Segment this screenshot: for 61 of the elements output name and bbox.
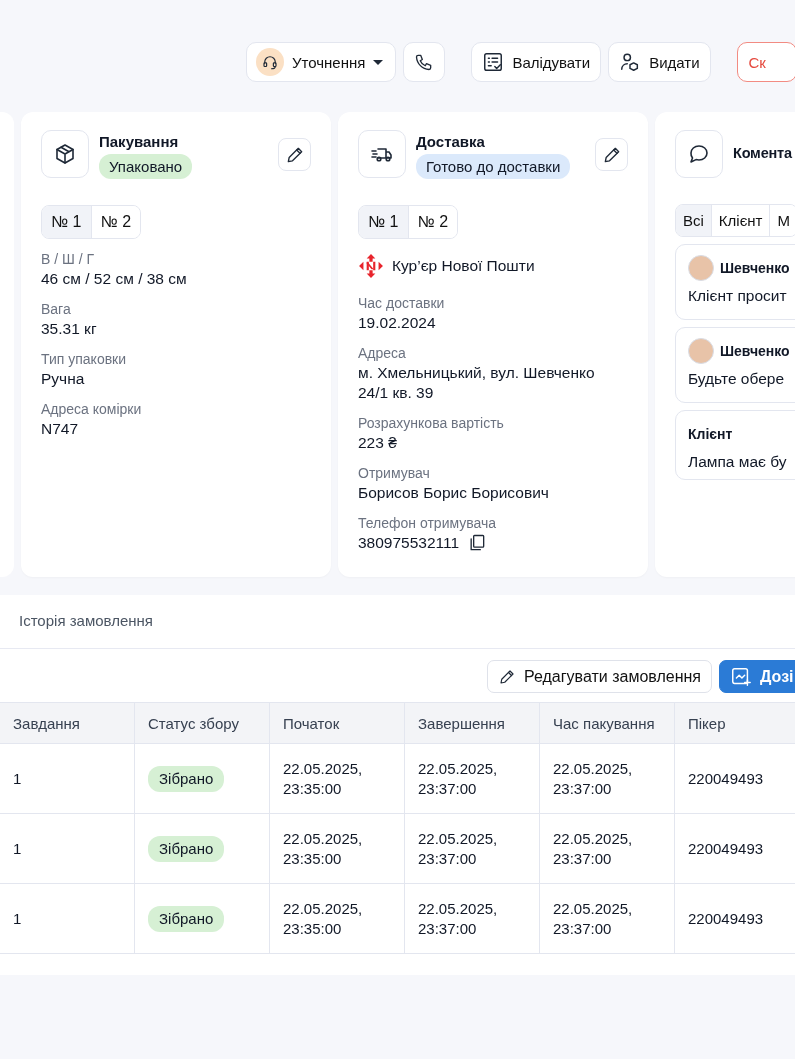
- field-label: Адреса комірки: [41, 400, 143, 419]
- table-cell-text: 22.05.2025, 23:37:00: [553, 898, 634, 939]
- field-label: Тип упаковки: [41, 350, 128, 369]
- tab[interactable]: Всі: [676, 205, 712, 236]
- comment-author: Шевченко: [720, 343, 790, 359]
- tab[interactable]: № 1: [42, 206, 92, 238]
- column-header: Пікер: [674, 702, 795, 744]
- tab[interactable]: № 1: [359, 206, 409, 238]
- status-badge: Готово до доставки: [416, 154, 571, 179]
- validate-button[interactable]: Валідувати: [471, 42, 602, 82]
- table-cell-text: 22.05.2025, 23:37:00: [553, 758, 634, 799]
- comment-text: Лампа має бу: [688, 453, 788, 471]
- table-cell-text: 22.05.2025, 23:35:00: [283, 828, 364, 869]
- field-label: Вага: [41, 300, 72, 319]
- edit-order-button[interactable]: Редагувати замовлення: [487, 660, 712, 693]
- comment-author: Шевченко: [720, 260, 790, 276]
- field-label: В / Ш / Г: [41, 250, 96, 269]
- card-title: Пакування: [99, 133, 179, 150]
- field-value: Борисов Борис Борисович: [358, 483, 549, 503]
- comment-text: Клієнт просит: [688, 287, 788, 305]
- column-header: Початок: [269, 702, 405, 744]
- add-button[interactable]: Дозі: [719, 660, 795, 693]
- card-title: Доставка: [416, 133, 485, 150]
- field-value: 223 ₴: [358, 433, 397, 453]
- card-title: Комента: [733, 145, 792, 161]
- field-value: 35.31 кг: [41, 319, 97, 339]
- table-cell-text: 22.05.2025, 23:35:00: [283, 758, 364, 799]
- field-label: Телефон отримувача: [358, 514, 498, 533]
- field-label: Час доставки: [358, 294, 446, 313]
- field-label: Розрахункова вартість: [358, 414, 505, 433]
- field-label: Адреса: [358, 344, 407, 363]
- column-header: Статус збору: [134, 702, 270, 744]
- table-cell-text: 22.05.2025, 23:37:00: [418, 758, 499, 799]
- field-value: м. Хмельницький, вул. Шевченко 24/1 кв. 39: [358, 363, 596, 403]
- table-cell: 1: [0, 813, 135, 884]
- status-badge: Зібрано: [148, 835, 225, 862]
- table-cell: 1: [0, 743, 135, 814]
- dropdown-button[interactable]: Уточнення: [246, 42, 397, 82]
- field-value: N747: [41, 419, 79, 439]
- carrier-name: Кур’єр Нової Пошти: [392, 257, 535, 275]
- field-value: 19.02.2024: [358, 313, 436, 333]
- field-value: Ручна: [41, 369, 85, 389]
- column-header: Завершення: [404, 702, 540, 744]
- column-header: Завдання: [0, 702, 135, 744]
- panel-title: Історія замовлення: [19, 612, 153, 629]
- table-cell-text: 22.05.2025, 23:37:00: [418, 828, 499, 869]
- comment-author: Клієнт: [688, 426, 733, 442]
- field-value: 46 см / 52 см / 38 см: [41, 269, 187, 289]
- status-badge: Зібрано: [148, 905, 225, 932]
- field-value: 380975532111: [358, 533, 460, 553]
- table-cell: 1: [0, 883, 135, 954]
- column-header: Час пакування: [539, 702, 675, 744]
- comment-text: Будьте обере: [688, 370, 785, 388]
- status-badge: Зібрано: [148, 765, 225, 792]
- issue-button[interactable]: Видати: [608, 42, 711, 82]
- field-label: Отримувач: [358, 464, 431, 483]
- table-cell-text: 22.05.2025, 23:37:00: [553, 828, 634, 869]
- cancel-button[interactable]: Ск: [736, 42, 795, 82]
- status-badge: Упаковано: [99, 154, 193, 179]
- table-cell-text: 22.05.2025, 23:37:00: [418, 898, 499, 939]
- table-cell-text: 22.05.2025, 23:35:00: [283, 898, 364, 939]
